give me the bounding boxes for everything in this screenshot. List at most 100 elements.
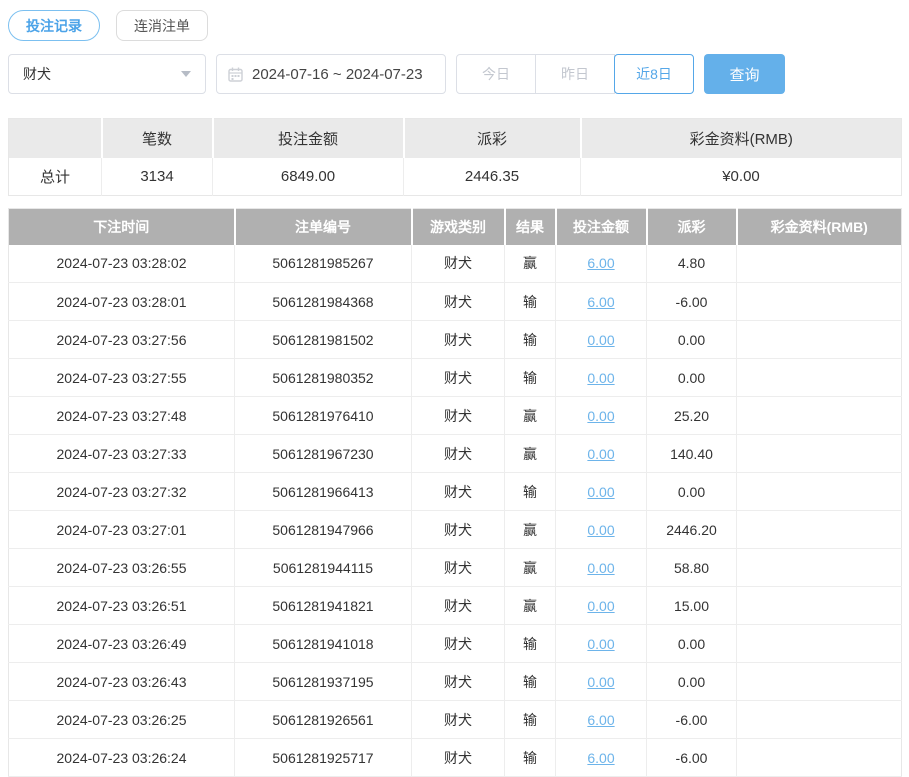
payout-cell: -6.00 <box>647 739 737 777</box>
summary-total-row: 总计 3134 6849.00 2446.35 ¥0.00 <box>9 158 902 196</box>
result-cell: 输 <box>505 473 556 511</box>
quick-range-last8days[interactable]: 近8日 <box>614 54 694 94</box>
time-cell: 2024-07-23 03:27:33 <box>9 435 235 473</box>
bet-amount-link[interactable]: 6.00 <box>587 750 614 766</box>
bet-amount-link[interactable]: 0.00 <box>587 674 614 690</box>
bet-amount-link[interactable]: 0.00 <box>587 332 614 348</box>
bet-amount-link[interactable]: 0.00 <box>587 560 614 576</box>
payout-cell: 2446.20 <box>647 511 737 549</box>
summary-col-header: 彩金资料(RMB) <box>581 119 902 158</box>
table-row: 2024-07-23 03:27:015061281947966财犬赢0.002… <box>9 511 902 549</box>
game-type-cell: 财犬 <box>412 511 505 549</box>
time-cell: 2024-07-23 03:27:56 <box>9 321 235 359</box>
time-cell: 2024-07-23 03:26:43 <box>9 663 235 701</box>
order-id-cell: 5061281966413 <box>235 473 412 511</box>
time-cell: 2024-07-23 03:27:32 <box>9 473 235 511</box>
game-type-cell: 财犬 <box>412 739 505 777</box>
quick-range-group: 今日昨日近8日 <box>456 54 694 94</box>
bet-amount-link[interactable]: 0.00 <box>587 598 614 614</box>
game-type-cell: 财犬 <box>412 359 505 397</box>
order-id-cell: 5061281980352 <box>235 359 412 397</box>
result-cell: 输 <box>505 625 556 663</box>
payout-cell: 0.00 <box>647 663 737 701</box>
game-select-value: 财犬 <box>23 64 51 84</box>
payout-cell: 25.20 <box>647 397 737 435</box>
table-row: 2024-07-23 03:26:555061281944115财犬赢0.005… <box>9 549 902 587</box>
result-cell: 赢 <box>505 511 556 549</box>
payout-cell: 140.40 <box>647 435 737 473</box>
bet-amount-link[interactable]: 6.00 <box>587 255 614 271</box>
game-type-cell: 财犬 <box>412 549 505 587</box>
result-cell: 输 <box>505 701 556 739</box>
table-row: 2024-07-23 03:26:255061281926561财犬输6.00-… <box>9 701 902 739</box>
bet-amount-link[interactable]: 0.00 <box>587 446 614 462</box>
game-type-cell: 财犬 <box>412 473 505 511</box>
bet-amount-cell: 0.00 <box>556 549 647 587</box>
order-id-cell: 5061281984368 <box>235 283 412 321</box>
order-id-cell: 5061281937195 <box>235 663 412 701</box>
quick-range-yesterday[interactable]: 昨日 <box>535 54 615 94</box>
bonus-cell <box>737 473 902 511</box>
order-id-cell: 5061281947966 <box>235 511 412 549</box>
tab-linked-cancel-orders[interactable]: 连消注单 <box>116 10 208 41</box>
game-select[interactable]: 财犬 <box>8 54 206 94</box>
date-range-input[interactable]: 2024-07-16 ~ 2024-07-23 <box>216 54 446 94</box>
bet-amount-cell: 0.00 <box>556 511 647 549</box>
bonus-cell <box>737 701 902 739</box>
order-id-cell: 5061281985267 <box>235 245 412 283</box>
query-button[interactable]: 查询 <box>704 54 785 94</box>
bet-amount-cell: 0.00 <box>556 625 647 663</box>
time-cell: 2024-07-23 03:26:55 <box>9 549 235 587</box>
table-row: 2024-07-23 03:27:565061281981502财犬输0.000… <box>9 321 902 359</box>
game-type-cell: 财犬 <box>412 321 505 359</box>
bet-amount-link[interactable]: 0.00 <box>587 522 614 538</box>
order-id-cell: 5061281976410 <box>235 397 412 435</box>
time-cell: 2024-07-23 03:27:55 <box>9 359 235 397</box>
order-id-cell: 5061281926561 <box>235 701 412 739</box>
result-cell: 赢 <box>505 245 556 283</box>
result-cell: 输 <box>505 321 556 359</box>
filter-bar: 财犬 2024-07-16 ~ 2024-07-23 今日昨日近8日 查询 <box>8 54 901 94</box>
table-row: 2024-07-23 03:26:515061281941821财犬赢0.001… <box>9 587 902 625</box>
game-type-cell: 财犬 <box>412 397 505 435</box>
table-row: 2024-07-23 03:28:015061281984368财犬输6.00-… <box>9 283 902 321</box>
quick-range-today[interactable]: 今日 <box>456 54 536 94</box>
time-cell: 2024-07-23 03:28:01 <box>9 283 235 321</box>
bet-amount-cell: 6.00 <box>556 245 647 283</box>
result-cell: 输 <box>505 359 556 397</box>
bonus-cell <box>737 321 902 359</box>
chevron-down-icon <box>181 71 191 77</box>
result-cell: 赢 <box>505 397 556 435</box>
time-cell: 2024-07-23 03:27:48 <box>9 397 235 435</box>
table-row: 2024-07-23 03:27:325061281966413财犬输0.000… <box>9 473 902 511</box>
bet-amount-link[interactable]: 0.00 <box>587 370 614 386</box>
bet-amount-link[interactable]: 0.00 <box>587 636 614 652</box>
top-tabs: 投注记录连消注单 <box>8 10 901 41</box>
records-col-header: 下注时间 <box>9 209 235 245</box>
bonus-cell <box>737 397 902 435</box>
bonus-cell <box>737 283 902 321</box>
summary-table: 笔数投注金额派彩彩金资料(RMB) 总计 3134 6849.00 2446.3… <box>8 118 902 196</box>
bet-amount-link[interactable]: 6.00 <box>587 712 614 728</box>
bet-amount-cell: 0.00 <box>556 397 647 435</box>
bet-amount-link[interactable]: 0.00 <box>587 408 614 424</box>
bet-amount-cell: 6.00 <box>556 701 647 739</box>
records-table: 下注时间注单编号游戏类别结果投注金额派彩彩金资料(RMB) 2024-07-23… <box>8 208 902 777</box>
bonus-cell <box>737 587 902 625</box>
game-type-cell: 财犬 <box>412 663 505 701</box>
tab-betting-records[interactable]: 投注记录 <box>8 10 100 41</box>
summary-payout-value: 2446.35 <box>404 158 581 196</box>
payout-cell: 15.00 <box>647 587 737 625</box>
order-id-cell: 5061281925717 <box>235 739 412 777</box>
order-id-cell: 5061281967230 <box>235 435 412 473</box>
game-type-cell: 财犬 <box>412 245 505 283</box>
bet-amount-link[interactable]: 0.00 <box>587 484 614 500</box>
bonus-cell <box>737 435 902 473</box>
bonus-cell <box>737 663 902 701</box>
time-cell: 2024-07-23 03:26:25 <box>9 701 235 739</box>
table-row: 2024-07-23 03:27:335061281967230财犬赢0.001… <box>9 435 902 473</box>
bet-amount-link[interactable]: 6.00 <box>587 294 614 310</box>
table-row: 2024-07-23 03:27:555061281980352财犬输0.000… <box>9 359 902 397</box>
records-col-header: 结果 <box>505 209 556 245</box>
order-id-cell: 5061281944115 <box>235 549 412 587</box>
